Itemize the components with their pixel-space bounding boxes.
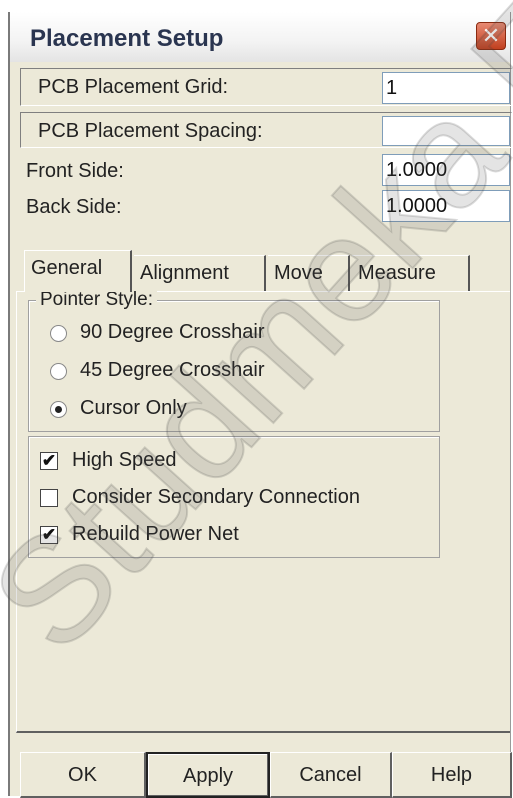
front-side-input[interactable]	[382, 154, 510, 186]
tab-measure[interactable]: Measure	[352, 255, 470, 291]
checkbox-label[interactable]: High Speed	[72, 449, 177, 472]
radio-90-degree-crosshair[interactable]	[50, 325, 67, 342]
checkmark-icon: ✔	[41, 451, 57, 470]
radio-label[interactable]: 90 Degree Crosshair	[80, 321, 265, 344]
apply-button[interactable]: Apply	[146, 752, 270, 798]
tab-label: Alignment	[140, 262, 229, 284]
pointer-style-legend: Pointer Style:	[36, 289, 157, 311]
tab-move[interactable]: Move	[268, 255, 350, 291]
radio-label[interactable]: 45 Degree Crosshair	[80, 359, 265, 382]
grid-label: PCB Placement Grid:	[38, 76, 229, 98]
button-label: Cancel	[299, 764, 362, 786]
spacing-label: PCB Placement Spacing:	[38, 120, 263, 142]
checkbox-label[interactable]: Rebuild Power Net	[72, 523, 239, 546]
checkbox-high-speed[interactable]: ✔	[40, 452, 58, 470]
button-label: Apply	[182, 765, 234, 787]
checkmark-icon: ✔	[41, 525, 57, 544]
button-label: OK	[68, 764, 97, 786]
radio-45-degree-crosshair[interactable]	[50, 363, 67, 380]
radio-cursor-only[interactable]	[50, 401, 67, 418]
radio-label[interactable]: Cursor Only	[80, 397, 187, 420]
cancel-button[interactable]: Cancel	[270, 752, 392, 798]
tab-label: General	[31, 257, 103, 279]
help-button[interactable]: Help	[392, 752, 512, 798]
checkbox-label[interactable]: Consider Secondary Connection	[72, 486, 360, 509]
tab-general[interactable]: General	[24, 250, 132, 292]
ok-button[interactable]: OK	[20, 752, 146, 798]
tab-alignment[interactable]: Alignment	[134, 255, 266, 291]
back-side-input[interactable]	[382, 190, 510, 222]
front-side-label: Front Side:	[26, 160, 124, 182]
close-button[interactable]: ✕	[476, 22, 506, 50]
button-label: Help	[430, 764, 473, 786]
dialog-title: Placement Setup	[30, 25, 224, 52]
close-icon: ✕	[481, 23, 501, 48]
tab-label: Move	[274, 262, 323, 284]
tab-label: Measure	[358, 262, 436, 284]
placement-spacing-input[interactable]	[382, 116, 510, 146]
checkbox-rebuild-power-net[interactable]: ✔	[40, 526, 58, 544]
title-bar[interactable]: Placement Setup ✕	[10, 12, 510, 62]
placement-setup-dialog: Placement Setup ✕ PCB Placement Grid: PC…	[8, 12, 512, 798]
back-side-label: Back Side:	[26, 196, 122, 218]
checkbox-secondary-connection[interactable]	[40, 489, 58, 507]
placement-grid-input[interactable]	[382, 72, 510, 104]
